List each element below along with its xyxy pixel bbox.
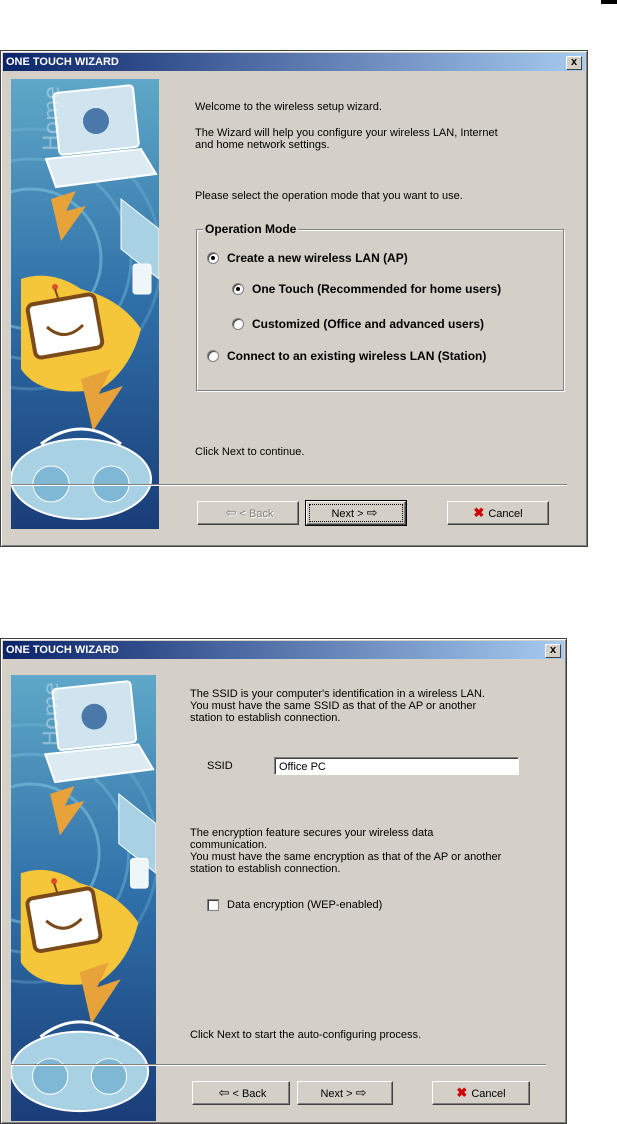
radio-label: One Touch (Recommended for home users) [252,282,502,296]
cancel-label: Cancel [488,508,523,520]
encryption-intro: The encryption feature secures your wire… [190,827,550,875]
radio-button-icon[interactable] [232,283,244,295]
next-label: Next > [331,508,364,520]
close-icon: x [549,644,557,656]
back-label: < Back [239,508,274,520]
radio-station[interactable]: Connect to an existing wireless LAN (Sta… [207,349,486,363]
cancel-button[interactable]: ✖ Cancel [432,1081,530,1105]
wireless-home-illustration: Home [11,79,159,529]
wizard-dialog-operation-mode: ONE TOUCH WIZARD x Home Welcome to the w… [0,50,588,547]
ssid-intro: The SSID is your computer's identificati… [190,688,550,724]
ssid-label: SSID [207,760,233,772]
separator [11,484,567,486]
next-button[interactable]: Next > ⇨ [305,500,407,526]
red-x-icon: ✖ [473,505,485,520]
encryption-intro-line-3: You must have the same encryption as tha… [190,851,502,863]
encryption-intro-line-1: The encryption feature secures your wire… [190,827,434,839]
cancel-button[interactable]: ✖ Cancel [447,501,549,525]
window-title: ONE TOUCH WIZARD [6,56,119,68]
radio-one-touch[interactable]: One Touch (Recommended for home users) [232,282,501,296]
radio-button-icon[interactable] [232,318,244,330]
help-text-line-2: and home network settings. [195,139,330,151]
window-title: ONE TOUCH WIZARD [6,644,119,656]
title-bar[interactable]: ONE TOUCH WIZARD x [3,53,585,71]
wireless-home-illustration: Home [11,675,156,1121]
separator [11,1064,546,1066]
group-label: Operation Mode [203,222,299,236]
footer-note: Click Next to start the auto-configuring… [190,1029,422,1041]
next-label: Next > [320,1088,353,1100]
left-arrow-icon: ⇦ [218,1085,230,1100]
cancel-label: Cancel [471,1088,506,1100]
next-button[interactable]: Next > ⇨ [297,1081,393,1105]
back-button[interactable]: ⇦ < Back [197,501,299,525]
side-illustration: Home [11,675,156,1121]
watermark-text: Home [39,682,64,746]
encryption-label: Data encryption (WEP-enabled) [227,899,383,911]
radio-customized[interactable]: Customized (Office and advanced users) [232,317,484,331]
ssid-intro-line-2: You must have the same SSID as that of t… [190,700,477,712]
ssid-input[interactable]: Office PC [274,757,519,775]
red-x-icon: ✖ [456,1085,468,1100]
checkbox-icon[interactable] [207,899,219,911]
wizard-dialog-ssid: ONE TOUCH WIZARD x Home The SSID is your… [0,638,567,1124]
close-icon: x [570,56,578,68]
encryption-checkbox-row[interactable]: Data encryption (WEP-enabled) [207,899,382,911]
watermark-text: Home [40,86,65,151]
radio-button-icon[interactable] [207,252,219,264]
radio-label: Connect to an existing wireless LAN (Sta… [227,349,487,363]
side-illustration: Home [11,79,159,529]
encryption-intro-line-4: station to establish connection. [190,863,341,875]
ssid-intro-line-3: station to establish connection. [190,712,341,724]
radio-button-icon[interactable] [207,350,219,362]
ssid-intro-line-1: The SSID is your computer's identificati… [190,688,485,700]
page-corner-mark [601,0,617,4]
back-button[interactable]: ⇦ < Back [192,1081,290,1105]
title-bar[interactable]: ONE TOUCH WIZARD x [3,641,564,659]
encryption-intro-line-2: communication. [190,839,268,851]
close-button[interactable]: x [566,56,582,70]
close-button[interactable]: x [545,644,561,658]
radio-label: Create a new wireless LAN (AP) [227,251,408,265]
right-arrow-icon: ⇨ [355,1085,367,1100]
footer-note: Click Next to continue. [195,446,305,458]
radio-create-ap[interactable]: Create a new wireless LAN (AP) [207,251,408,265]
select-prompt: Please select the operation mode that yo… [195,190,463,202]
welcome-text: Welcome to the wireless setup wizard. [195,101,382,113]
right-arrow-icon: ⇨ [366,505,378,520]
back-label: < Back [232,1088,267,1100]
radio-label: Customized (Office and advanced users) [252,317,485,331]
left-arrow-icon: ⇦ [225,505,237,520]
